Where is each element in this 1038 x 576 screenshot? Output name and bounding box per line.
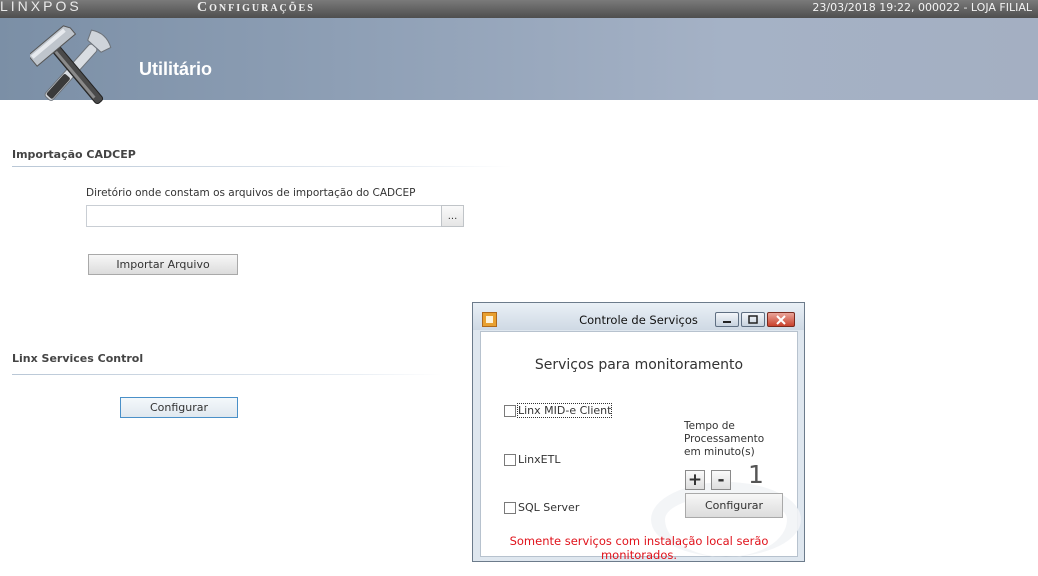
section-divider <box>12 166 512 167</box>
dialog-heading: Serviços para monitoramento <box>534 357 744 373</box>
service-label[interactable]: Linx MID-e Client <box>516 403 613 418</box>
dialog-content: Serviços para monitoramento Linx MID-e C… <box>480 331 801 562</box>
import-section-title: Importação CADCEP <box>12 148 136 161</box>
directory-input[interactable] <box>86 205 442 227</box>
maximize-button[interactable] <box>741 312 765 327</box>
header-banner: Utilitário <box>0 18 1038 105</box>
browse-button[interactable]: ... <box>441 205 464 227</box>
service-label[interactable]: SQL Server <box>518 501 579 514</box>
services-section-title: Linx Services Control <box>12 352 144 365</box>
page-title: Utilitário <box>139 59 213 79</box>
decrement-button[interactable]: - <box>711 470 731 490</box>
maximize-icon <box>748 315 758 324</box>
screen-title: Configurações <box>197 0 315 15</box>
service-label[interactable]: LinxETL <box>518 453 560 466</box>
processing-time-label: Tempo de Processamento em minuto(s) <box>684 420 765 458</box>
close-button[interactable] <box>767 312 795 327</box>
service-checkbox-row[interactable]: LinxETL <box>504 453 560 466</box>
close-icon <box>776 314 786 325</box>
service-checkbox-row[interactable]: Linx MID-e Client <box>504 403 613 418</box>
service-checkbox[interactable] <box>504 453 516 466</box>
dialog-titlebar[interactable]: Controle de Serviços <box>473 303 804 330</box>
directory-label: Diretório onde constam os arquivos de im… <box>86 187 416 199</box>
status-text: 23/03/2018 19:22, 000022 - LOJA FILIAL <box>812 1 1032 14</box>
service-checkbox[interactable] <box>504 404 516 417</box>
local-services-warning: Somente serviços com instalação local se… <box>509 534 769 562</box>
app-logo: LINXPOS <box>0 0 82 14</box>
minimize-icon <box>723 320 731 323</box>
services-dialog: Controle de Serviços Serviços para monit… <box>472 302 805 562</box>
configure-services-button[interactable]: Configurar <box>120 397 238 418</box>
hammer-wrench-icon <box>30 25 112 105</box>
increment-button[interactable]: + <box>685 470 705 490</box>
minimize-button[interactable] <box>715 312 739 327</box>
import-file-button[interactable]: Importar Arquivo <box>88 254 238 275</box>
service-checkbox-row[interactable]: SQL Server <box>504 501 579 514</box>
section-divider <box>12 374 442 375</box>
service-checkbox[interactable] <box>504 501 516 514</box>
dialog-configure-button[interactable]: Configurar <box>685 493 783 518</box>
interval-value: 1 <box>748 460 764 489</box>
top-bar: LINXPOS Configurações 23/03/2018 19:22, … <box>0 0 1038 18</box>
